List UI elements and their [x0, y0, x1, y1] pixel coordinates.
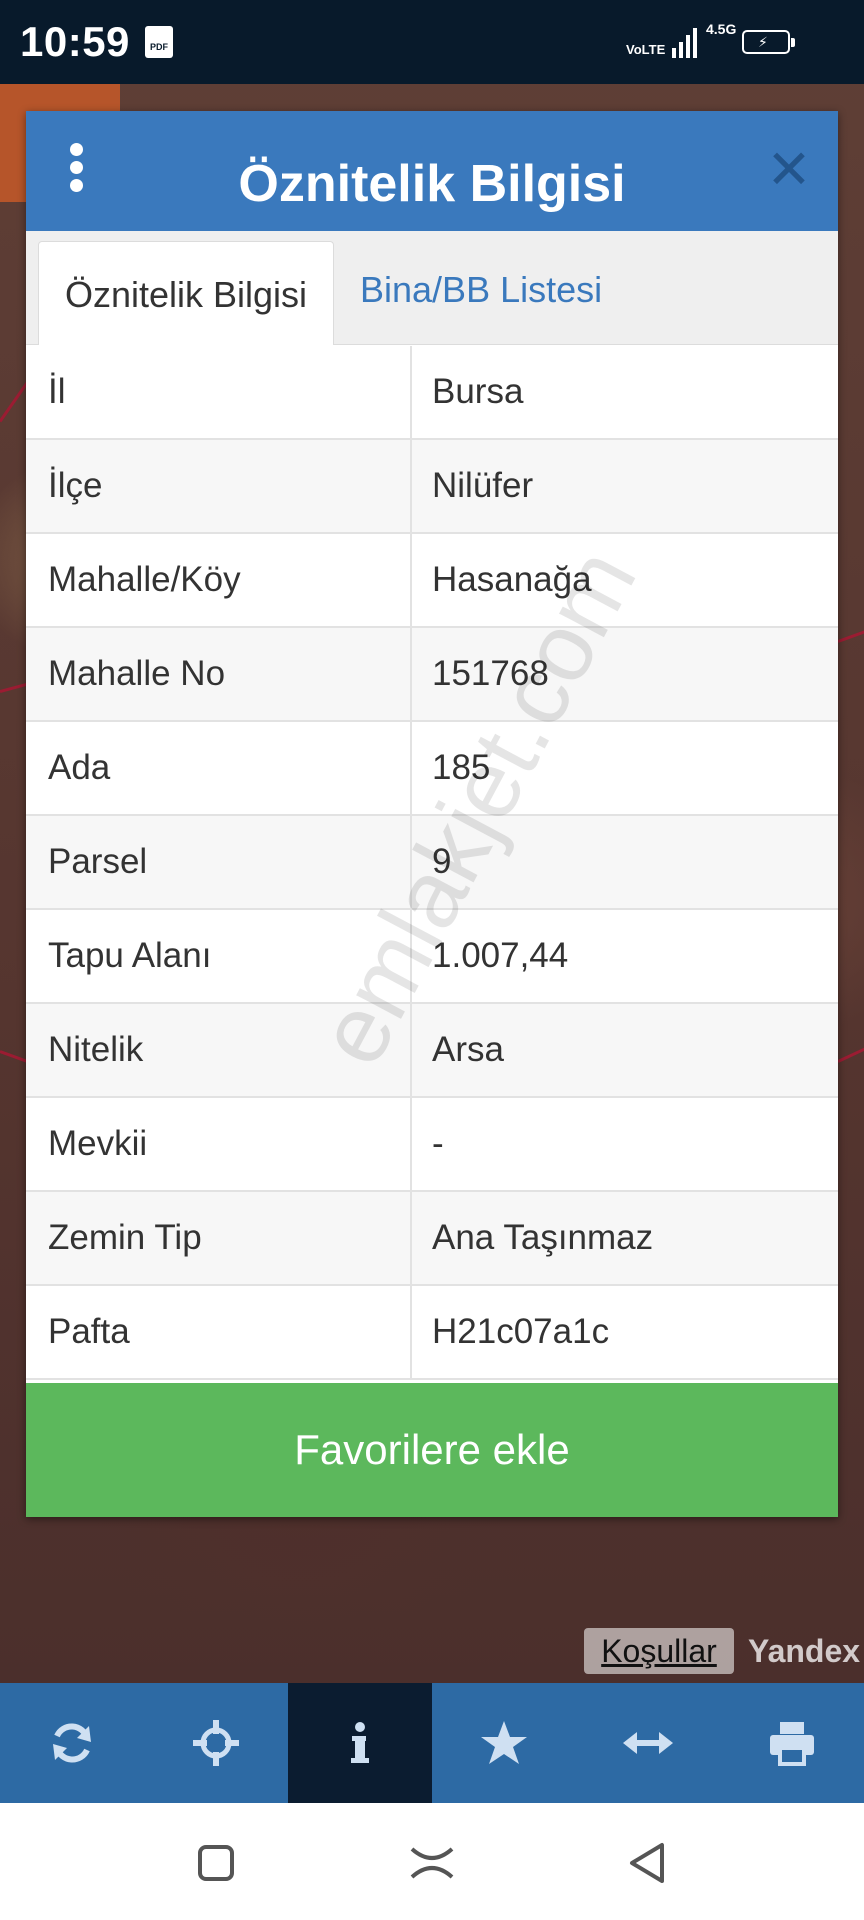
- system-nav-bar: [0, 1803, 864, 1920]
- table-row: Mahalle No 151768: [26, 628, 838, 722]
- home-icon: [410, 1847, 454, 1879]
- locate-button[interactable]: [144, 1683, 288, 1803]
- column-divider: [410, 440, 412, 532]
- dialog-title: Öznitelik Bilgisi: [238, 155, 626, 213]
- table-row: Mevkii -: [26, 1098, 838, 1192]
- attribute-key: Ada: [48, 748, 111, 787]
- attribute-value: -: [432, 1124, 444, 1163]
- attribute-key: Mahalle/Köy: [48, 560, 241, 599]
- table-row: Pafta H21c07a1c: [26, 1286, 838, 1380]
- table-row: İlçe Nilüfer: [26, 440, 838, 534]
- pdf-icon: PDF: [145, 26, 173, 58]
- measure-icon: [623, 1732, 673, 1754]
- parcel-boundary: [837, 1047, 864, 1063]
- column-divider: [410, 346, 412, 438]
- add-to-favorites-button[interactable]: Favorilere ekle: [26, 1383, 838, 1517]
- refresh-button[interactable]: [0, 1683, 144, 1803]
- signal-icon: [672, 28, 698, 58]
- table-row: Mahalle/Köy Hasanağa: [26, 534, 838, 628]
- more-vertical-icon[interactable]: [70, 143, 84, 199]
- info-icon: [351, 1722, 369, 1763]
- attribute-key: Mevkii: [48, 1124, 148, 1163]
- column-divider: [410, 722, 412, 814]
- attribute-key: Parsel: [48, 842, 148, 881]
- refresh-icon: [53, 1723, 91, 1763]
- table-row: Zemin Tip Ana Taşınmaz: [26, 1192, 838, 1286]
- map-provider-label: Yandex: [748, 1633, 861, 1669]
- attribute-value: 1.007,44: [432, 936, 569, 975]
- column-divider: [410, 1192, 412, 1284]
- tab-building-list[interactable]: Bina/BB Listesi: [360, 231, 602, 344]
- attribute-value: H21c07a1c: [432, 1312, 610, 1351]
- close-icon[interactable]: ✕: [764, 143, 814, 197]
- column-divider: [410, 534, 412, 626]
- attribute-value: Ana Taşınmaz: [432, 1218, 654, 1257]
- star-icon: [481, 1721, 527, 1764]
- back-icon: [630, 1843, 664, 1883]
- dialog-header: Öznitelik Bilgisi ✕: [26, 111, 838, 231]
- battery-charging-icon: ⚡: [742, 30, 795, 54]
- column-divider: [410, 1098, 412, 1190]
- dialog-tabs: Öznitelik Bilgisi Bina/BB Listesi: [26, 231, 838, 345]
- status-bar: 10:59 PDF VoLTE 4.5G ⚡: [0, 0, 864, 84]
- info-button[interactable]: [288, 1683, 432, 1803]
- attribute-value: Arsa: [432, 1030, 504, 1069]
- attribute-key: Pafta: [48, 1312, 130, 1351]
- print-icon: [770, 1722, 814, 1766]
- table-row: Nitelik Arsa: [26, 1004, 838, 1098]
- attribute-key: Mahalle No: [48, 654, 226, 693]
- attribute-value: Nilüfer: [432, 466, 534, 505]
- network-type-label: 4.5G: [706, 21, 737, 37]
- back-button[interactable]: [618, 1833, 678, 1893]
- table-row: İl Bursa: [26, 346, 838, 440]
- column-divider: [410, 628, 412, 720]
- terms-link[interactable]: Koşullar: [584, 1628, 734, 1674]
- favorites-button[interactable]: [432, 1683, 576, 1803]
- volte-label: VoLTE: [626, 42, 666, 57]
- print-button[interactable]: [720, 1683, 864, 1803]
- tab-attribute-info[interactable]: Öznitelik Bilgisi: [38, 241, 334, 345]
- parcel-boundary: [837, 629, 864, 643]
- attribute-value: Bursa: [432, 372, 524, 411]
- clock: 10:59: [20, 18, 130, 65]
- attribute-key: Zemin Tip: [48, 1218, 202, 1257]
- attribute-dialog: Öznitelik Bilgisi ✕ Öznitelik Bilgisi Bi…: [26, 111, 838, 1517]
- recents-icon: [198, 1845, 234, 1881]
- home-button[interactable]: [402, 1833, 462, 1893]
- attribute-key: İl: [48, 372, 66, 411]
- measure-button[interactable]: [576, 1683, 720, 1803]
- crosshair-icon: [193, 1720, 239, 1766]
- attribute-key: İlçe: [48, 466, 103, 505]
- bottom-toolbar: [0, 1683, 864, 1803]
- recents-button[interactable]: [186, 1833, 246, 1893]
- column-divider: [410, 1286, 412, 1378]
